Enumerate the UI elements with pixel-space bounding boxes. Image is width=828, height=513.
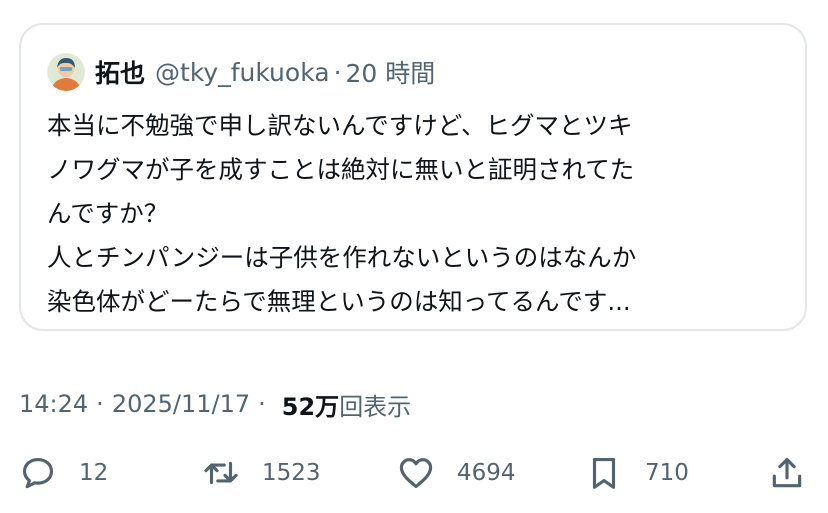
heart-icon [399,458,433,489]
share-icon [772,457,802,488]
post-time[interactable]: 14:24 [19,390,88,418]
share-button[interactable] [768,448,806,498]
bookmark-button[interactable]: 710 [585,448,689,498]
like-button[interactable]: 4694 [397,448,516,498]
repost-count: 1523 [262,460,321,486]
post-metadata: 14:24 · 2025/11/17 · 52万 回表示 [19,384,411,424]
reply-button[interactable]: 12 [19,448,108,498]
post-date[interactable]: 2025/11/17 [112,390,250,418]
separator-dot: · [333,57,342,87]
bookmark-icon [592,457,616,489]
author-name[interactable]: 拓也 [95,54,145,90]
author-handle[interactable]: @tky_fukuoka [155,58,330,87]
avatar[interactable] [47,53,85,91]
quoted-post-text-line: ノワグマが子を成すことは絶対に無いと証明されてた [47,155,635,184]
post-age[interactable]: 20 時間 [346,54,436,90]
views-count[interactable]: 52万 [282,387,339,422]
quoted-post-header: 拓也 @tky_fukuoka · 20 時間 [47,52,435,92]
repost-icon [204,461,238,485]
bookmark-count: 710 [645,460,689,486]
quoted-post-text-line: んですか？ [47,199,169,228]
reply-icon [22,457,54,489]
like-count: 4694 [457,460,516,486]
reply-count: 12 [79,460,109,486]
separator-dot: · [96,390,104,418]
quoted-post-text-line: 染色体がどーたらで無理というのは知ってるんです... [47,287,631,316]
quoted-post-text-line: 本当に不勉強で申し訳ないんですけど、ヒグマとツキ [47,111,633,140]
avatar-image [47,53,85,91]
repost-button[interactable]: 1523 [202,448,321,498]
views-label[interactable]: 回表示 [339,387,411,422]
quoted-post-text-line: 人とチンパンジーは子供を作れないというのはなんか [47,243,637,272]
quoted-post-card[interactable]: 拓也 @tky_fukuoka · 20 時間 本当に不勉強で申し訳ないんですけ… [19,23,807,331]
separator-dot: · [258,390,266,418]
quoted-post-text: 本当に不勉強で申し訳ないんですけど、ヒグマとツキ ノワグマが子を成すことは絶対に… [47,104,787,324]
